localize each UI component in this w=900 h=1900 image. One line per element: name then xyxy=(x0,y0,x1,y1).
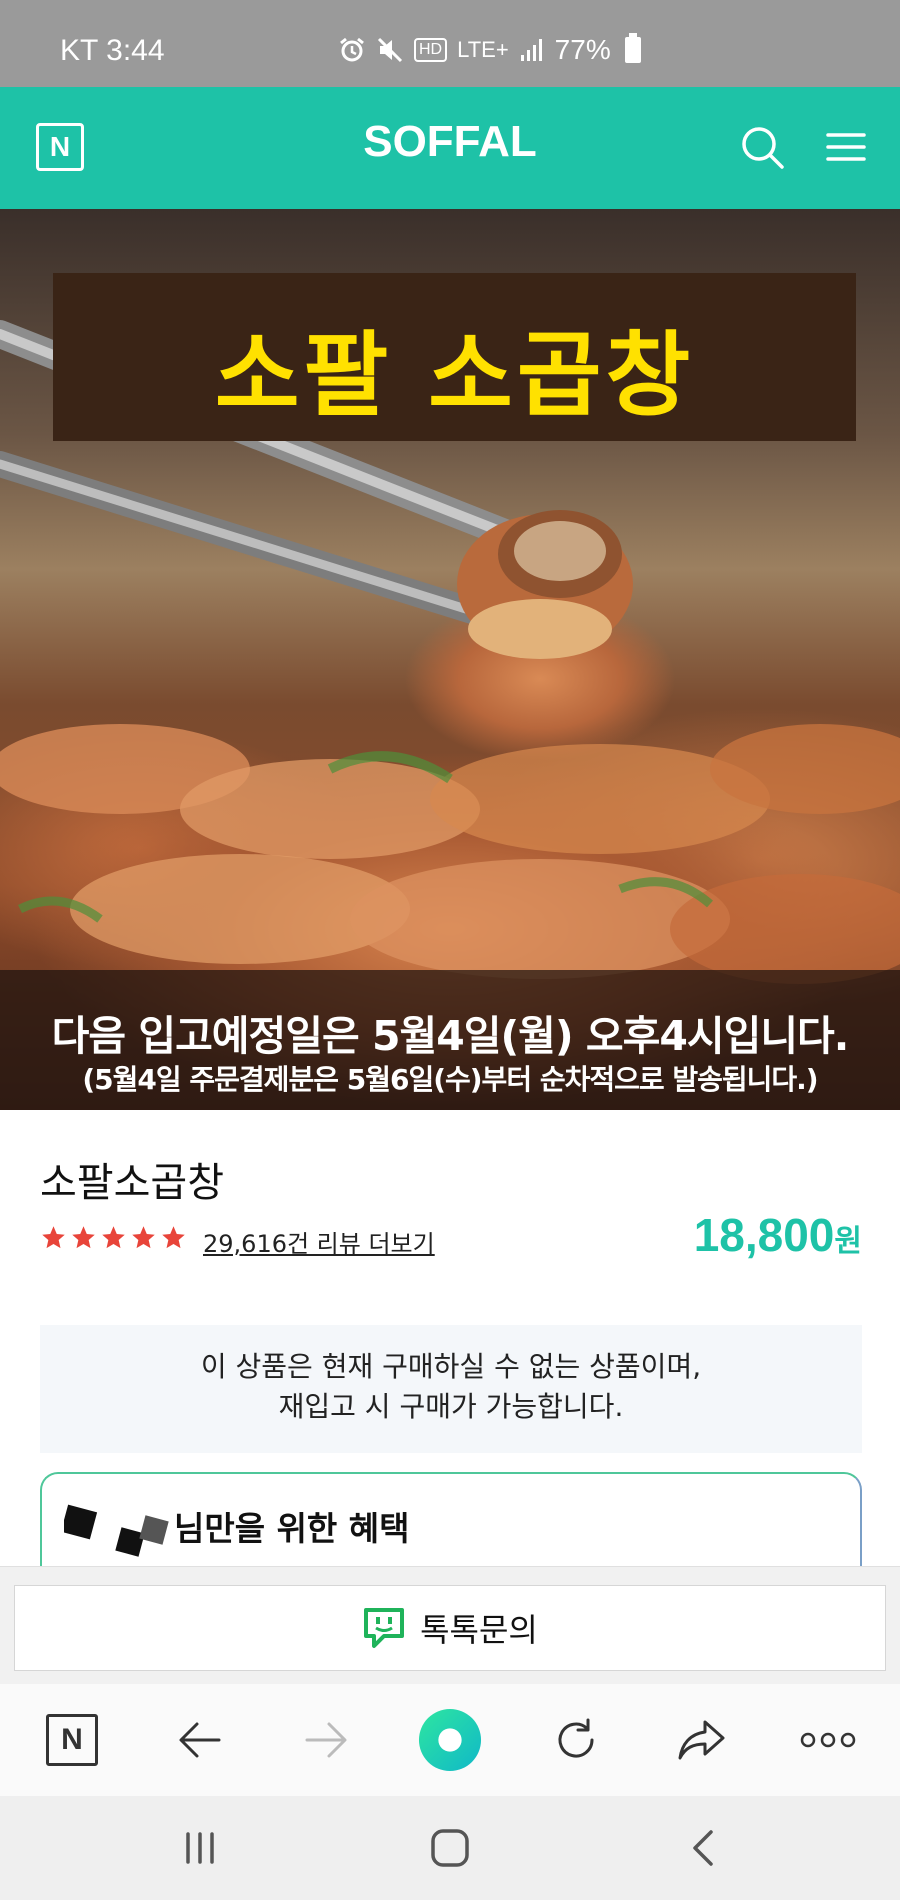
talk-bar: 톡톡문의 xyxy=(0,1566,900,1684)
restock-notice-line2: (5월4일 주문결제분은 5월6일(수)부터 순차적으로 발송됩니다.) xyxy=(82,1063,818,1096)
share-button[interactable] xyxy=(670,1708,734,1772)
naver-n-icon: N xyxy=(46,1714,98,1766)
app-header: N SOFFAL xyxy=(0,87,900,209)
star-icon xyxy=(102,1226,125,1249)
hero-title-box: 소팔 소곱창 xyxy=(53,273,856,441)
home-square-icon xyxy=(431,1829,469,1867)
more-button[interactable] xyxy=(796,1708,860,1772)
recent-apps-icon xyxy=(186,1832,214,1864)
share-icon xyxy=(678,1720,725,1760)
recent-apps-button[interactable] xyxy=(170,1822,230,1874)
talktalk-label: 톡톡문의 xyxy=(420,1611,538,1649)
network-label: LTE+ xyxy=(457,37,509,62)
status-icons: HD LTE+ 77% xyxy=(338,33,641,66)
hero-title: 소팔 소곱창 xyxy=(214,322,695,429)
restock-notice-line1: 다음 입고예정일은 5월4일(월) 오후4시입니다. xyxy=(51,1012,850,1060)
chevron-left-icon xyxy=(693,1830,713,1866)
review-link[interactable]: 29,616건 리뷰 더보기 xyxy=(203,1224,435,1259)
menu-button[interactable] xyxy=(824,127,868,167)
home-button[interactable] xyxy=(420,1822,480,1874)
green-dot-icon xyxy=(418,1708,482,1772)
browser-home-button[interactable]: N xyxy=(40,1708,104,1772)
star-icon xyxy=(42,1226,65,1249)
signal-icon xyxy=(520,39,542,61)
system-back-button[interactable] xyxy=(674,1822,734,1874)
rating-stars xyxy=(40,1224,190,1251)
arrow-left-icon xyxy=(179,1722,221,1758)
browser-toolbar: N xyxy=(0,1684,900,1796)
more-dots-icon xyxy=(800,1732,856,1748)
hamburger-icon xyxy=(826,133,866,161)
green-dot-button[interactable] xyxy=(418,1708,482,1772)
talktalk-icon xyxy=(364,1608,405,1648)
forward-button[interactable] xyxy=(294,1708,358,1772)
status-bar: KT 3:44 HD LTE+ 77% xyxy=(0,0,900,87)
android-nav-bar xyxy=(0,1796,900,1900)
search-icon xyxy=(742,127,784,169)
restock-notice: 다음 입고예정일은 5월4일(월) 오후4시입니다. (5월4일 주문결제분은 … xyxy=(0,970,900,1110)
back-button[interactable] xyxy=(168,1708,232,1772)
reload-button[interactable] xyxy=(544,1708,608,1772)
carrier-time: KT 3:44 xyxy=(60,34,165,67)
price-amount: 18,800 xyxy=(693,1209,835,1261)
battery-icon xyxy=(624,33,641,63)
star-icon xyxy=(72,1226,95,1249)
alarm-icon xyxy=(340,37,364,62)
reload-icon xyxy=(558,1718,594,1758)
hd-icon: HD xyxy=(414,38,448,62)
soldout-line2: 재입고 시 구매가 가능합니다. xyxy=(278,1390,624,1423)
mute-icon xyxy=(377,37,403,63)
product-price: 18,800원 xyxy=(694,1208,862,1262)
product-name: 소팔소곱창 xyxy=(40,1160,224,1206)
talktalk-inquiry-button[interactable]: 톡톡문의 xyxy=(14,1585,886,1671)
search-button[interactable] xyxy=(740,125,786,171)
soldout-notice: 이 상품은 현재 구매하실 수 없는 상품이며, 재입고 시 구매가 가능합니다… xyxy=(40,1325,862,1453)
arrow-right-icon xyxy=(305,1722,347,1758)
redacted-username xyxy=(64,1504,169,1557)
star-icon xyxy=(162,1226,185,1249)
battery-percent: 77% xyxy=(554,34,611,65)
star-icon xyxy=(132,1226,155,1249)
benefit-title: 님만을 위한 혜택 xyxy=(174,1509,410,1548)
price-unit: 원 xyxy=(834,1224,862,1259)
soldout-line1: 이 상품은 현재 구매하실 수 없는 상품이며, xyxy=(200,1350,702,1383)
hero-banner: 소팔 소곱창 다음 입고예정일은 5월4일(월) 오후4시입니다. (5월4일 … xyxy=(0,209,900,1110)
